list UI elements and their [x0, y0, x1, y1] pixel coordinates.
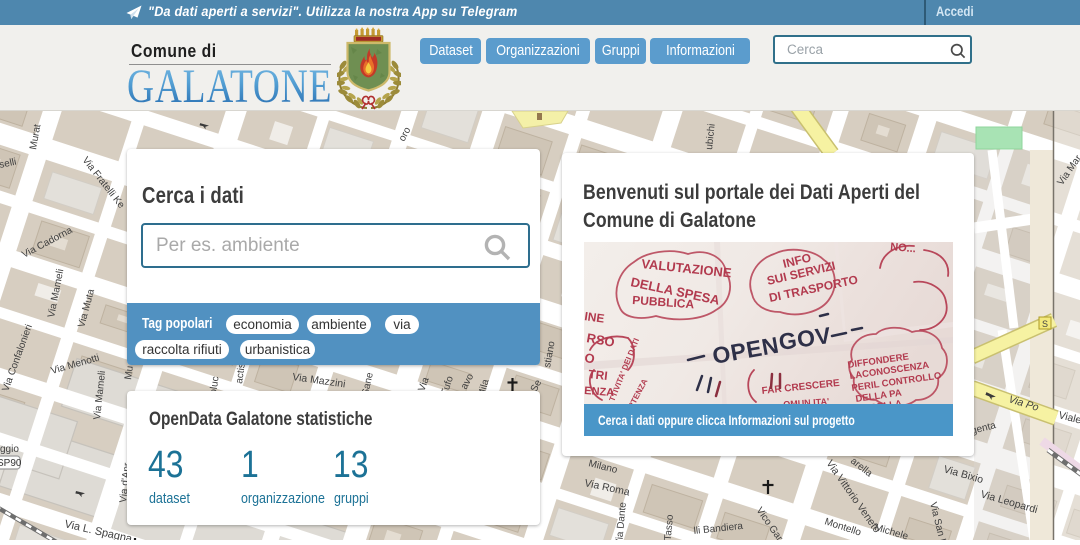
- svg-text:NO...: NO...: [890, 242, 917, 255]
- svg-text:ggio: ggio: [0, 444, 19, 455]
- svg-text:O: O: [584, 350, 596, 366]
- svg-text:a Tasso: a Tasso: [662, 514, 676, 540]
- svg-text:SP90: SP90: [0, 458, 22, 469]
- svg-text:INE: INE: [584, 309, 605, 326]
- svg-text:Mu: Mu: [123, 365, 136, 380]
- svg-text:TRI: TRI: [588, 367, 609, 383]
- svg-text:S: S: [1042, 319, 1048, 329]
